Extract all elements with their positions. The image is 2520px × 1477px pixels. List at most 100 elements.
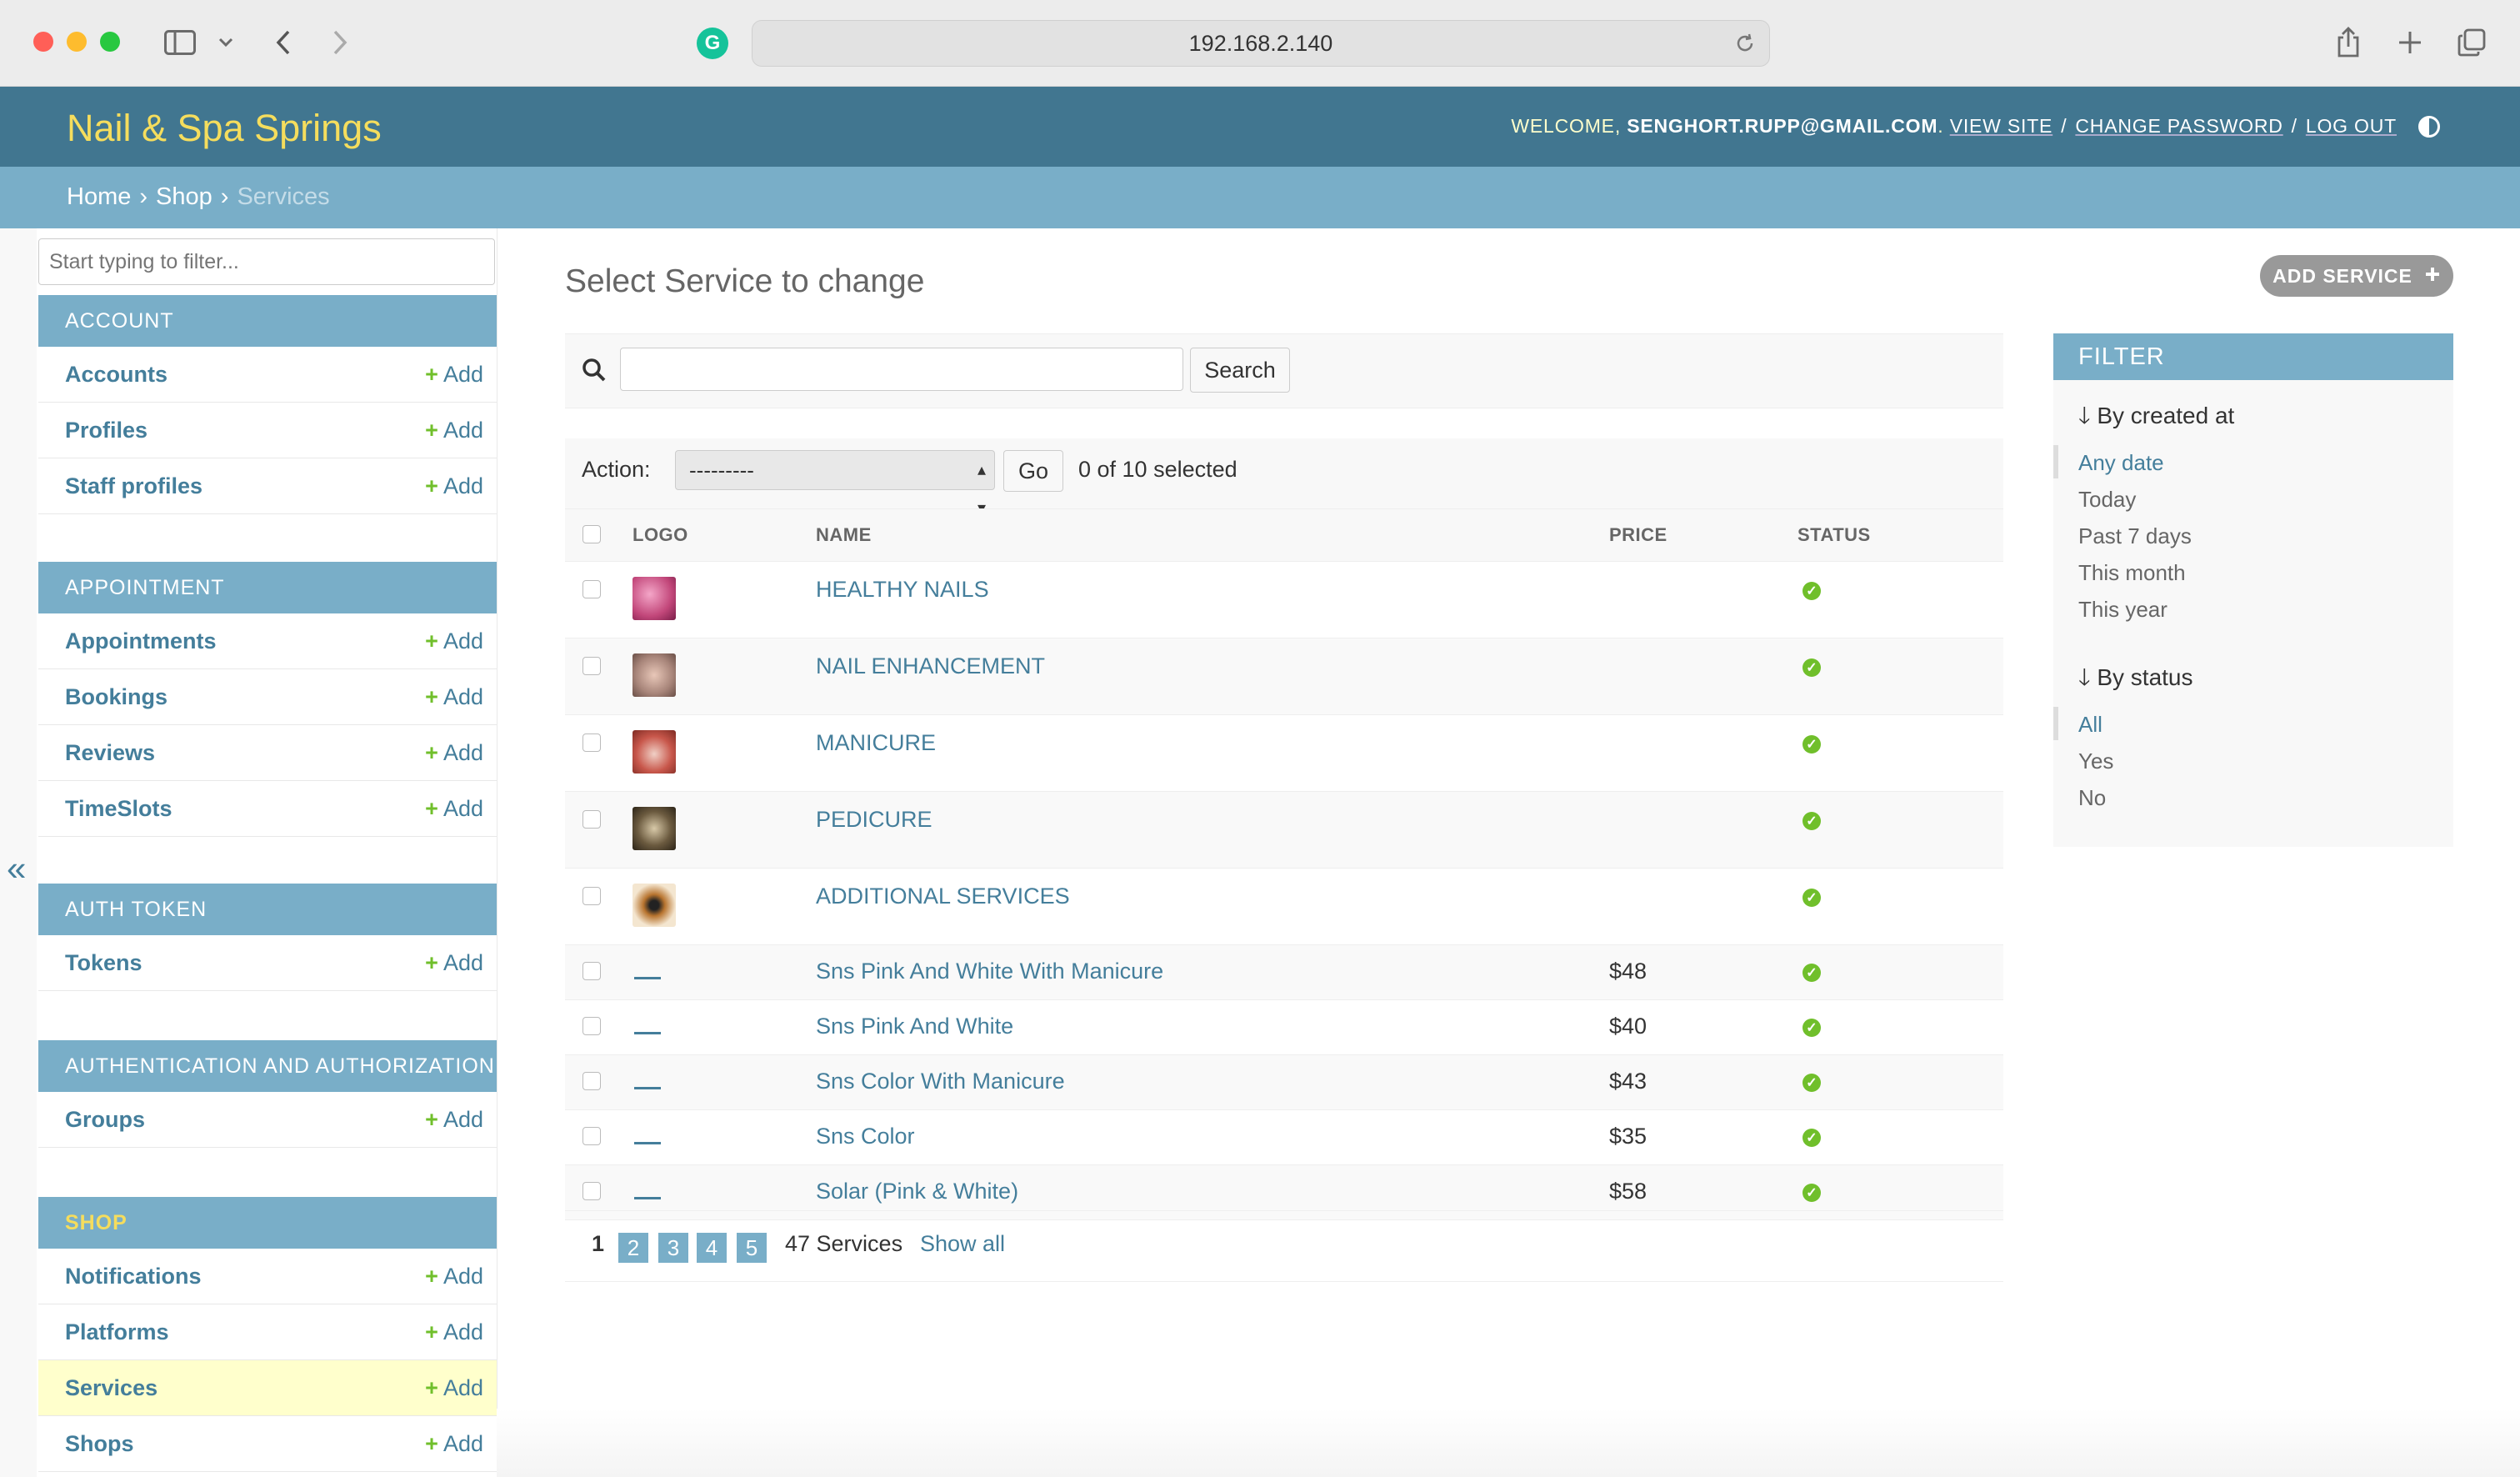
model-link[interactable]: Staff profiles xyxy=(65,473,202,499)
page-link-3[interactable]: 3 xyxy=(658,1233,688,1263)
empty-logo-link[interactable] xyxy=(634,1087,661,1089)
sidebar-filter-input[interactable] xyxy=(38,238,495,285)
row-checkbox[interactable] xyxy=(582,1127,601,1145)
change-password-link[interactable]: CHANGE PASSWORD xyxy=(2075,115,2282,138)
column-header-logo[interactable]: LOGO xyxy=(632,508,815,562)
row-checkbox[interactable] xyxy=(582,1017,601,1035)
page-link-2[interactable]: 2 xyxy=(618,1233,648,1263)
back-icon[interactable] xyxy=(267,25,300,60)
model-link[interactable]: Notifications xyxy=(65,1264,202,1289)
add-link[interactable]: + Add xyxy=(425,740,483,766)
add-link[interactable]: + Add xyxy=(425,418,483,443)
module-caption[interactable]: APPOINTMENT xyxy=(38,562,497,613)
row-checkbox[interactable] xyxy=(582,887,601,905)
grammarly-extension-icon[interactable]: G xyxy=(697,28,728,59)
add-link[interactable]: + Add xyxy=(425,1107,483,1133)
site-name[interactable]: Nail & Spa Springs xyxy=(67,107,382,150)
filter-option[interactable]: All xyxy=(2078,712,2102,738)
page-link-4[interactable]: 4 xyxy=(697,1233,727,1263)
share-icon[interactable] xyxy=(2330,25,2367,60)
module-caption[interactable]: AUTH TOKEN xyxy=(38,884,497,935)
add-link[interactable]: + Add xyxy=(425,1264,483,1289)
model-link[interactable]: Tokens xyxy=(65,950,142,976)
view-site-link[interactable]: VIEW SITE xyxy=(1950,115,2053,138)
empty-logo-link[interactable] xyxy=(634,1032,661,1034)
model-link[interactable]: Shops xyxy=(65,1431,134,1457)
new-tab-icon[interactable] xyxy=(2392,25,2428,60)
select-all-checkbox[interactable] xyxy=(582,525,601,543)
service-link[interactable]: HEALTHY NAILS xyxy=(816,577,989,602)
sidebar-toggle-icon[interactable] xyxy=(160,25,200,60)
column-header-price[interactable]: PRICE xyxy=(1608,508,1797,562)
module-caption[interactable]: SHOP xyxy=(38,1197,497,1249)
service-link[interactable]: Sns Pink And White xyxy=(816,1014,1013,1039)
service-link[interactable]: NAIL ENHANCEMENT xyxy=(816,653,1045,678)
row-checkbox[interactable] xyxy=(582,962,601,980)
service-link[interactable]: MANICURE xyxy=(816,730,936,755)
filter-option[interactable]: Any date xyxy=(2078,450,2164,476)
empty-logo-link[interactable] xyxy=(634,1142,661,1144)
action-select[interactable]: --------- ▴▾ xyxy=(675,450,995,518)
model-link[interactable]: Services xyxy=(65,1375,158,1401)
row-checkbox[interactable] xyxy=(582,1072,601,1090)
address-bar[interactable]: 192.168.2.140 xyxy=(752,20,1770,67)
add-link[interactable]: + Add xyxy=(425,950,483,976)
go-button[interactable]: Go xyxy=(1003,450,1063,492)
breadcrumb-shop[interactable]: Shop xyxy=(156,183,212,211)
search-button[interactable]: Search xyxy=(1190,348,1290,393)
model-link[interactable]: Groups xyxy=(65,1107,145,1133)
service-link[interactable]: PEDICURE xyxy=(816,807,932,832)
row-checkbox[interactable] xyxy=(582,1182,601,1200)
show-all-link[interactable]: Show all xyxy=(920,1231,1005,1257)
module-caption[interactable]: AUTHENTICATION AND AUTHORIZATION xyxy=(38,1040,497,1092)
filter-option[interactable]: Today xyxy=(2078,487,2136,513)
service-link[interactable]: Sns Pink And White With Manicure xyxy=(816,959,1163,984)
model-link[interactable]: Appointments xyxy=(65,628,217,654)
row-checkbox[interactable] xyxy=(582,810,601,829)
model-link[interactable]: Reviews xyxy=(65,740,155,766)
model-link[interactable]: Platforms xyxy=(65,1319,169,1345)
forward-icon[interactable] xyxy=(323,25,357,60)
row-checkbox[interactable] xyxy=(582,733,601,752)
log-out-link[interactable]: LOG OUT xyxy=(2306,115,2397,138)
model-link[interactable]: TimeSlots xyxy=(65,796,172,822)
filter-option[interactable]: Yes xyxy=(2078,749,2113,774)
breadcrumb-home[interactable]: Home xyxy=(67,183,131,211)
filter-heading-status[interactable]: 🡓 By status xyxy=(2078,660,2193,700)
row-checkbox[interactable] xyxy=(582,580,601,598)
filter-heading-created[interactable]: 🡓 By created at xyxy=(2078,398,2234,438)
column-header-name[interactable]: NAME xyxy=(815,508,1608,562)
chevron-down-icon[interactable] xyxy=(213,25,238,60)
reload-icon[interactable] xyxy=(1734,33,1756,60)
add-service-button[interactable]: ADD SERVICE xyxy=(2260,255,2453,297)
filter-option[interactable]: No xyxy=(2078,785,2106,811)
add-link[interactable]: + Add xyxy=(425,628,483,654)
toggle-sidebar-button[interactable]: « xyxy=(0,228,38,1477)
add-link[interactable]: + Add xyxy=(425,684,483,710)
model-link[interactable]: Profiles xyxy=(65,418,148,443)
minimize-window-button[interactable] xyxy=(67,32,87,52)
add-link[interactable]: + Add xyxy=(425,1375,483,1401)
add-link[interactable]: + Add xyxy=(425,796,483,822)
filter-option[interactable]: Past 7 days xyxy=(2078,523,2192,549)
add-link[interactable]: + Add xyxy=(425,362,483,388)
add-link[interactable]: + Add xyxy=(425,1319,483,1345)
service-link[interactable]: Sns Color xyxy=(816,1124,915,1149)
add-link[interactable]: + Add xyxy=(425,473,483,499)
close-window-button[interactable] xyxy=(33,32,53,52)
filter-option[interactable]: This year xyxy=(2078,597,2168,623)
page-link-5[interactable]: 5 xyxy=(737,1233,767,1263)
empty-logo-link[interactable] xyxy=(634,1197,661,1199)
search-input[interactable] xyxy=(620,348,1183,391)
filter-option[interactable]: This month xyxy=(2078,560,2186,586)
zoom-window-button[interactable] xyxy=(100,32,120,52)
row-checkbox[interactable] xyxy=(582,657,601,675)
theme-toggle-icon[interactable] xyxy=(2418,115,2440,138)
service-link[interactable]: ADDITIONAL SERVICES xyxy=(816,884,1070,909)
add-link[interactable]: + Add xyxy=(425,1431,483,1457)
model-link[interactable]: Bookings xyxy=(65,684,168,710)
model-link[interactable]: Accounts xyxy=(65,362,168,388)
tab-overview-icon[interactable] xyxy=(2453,25,2490,60)
column-header-status[interactable]: STATUS xyxy=(1797,508,2003,562)
service-link[interactable]: Sns Color With Manicure xyxy=(816,1069,1065,1094)
